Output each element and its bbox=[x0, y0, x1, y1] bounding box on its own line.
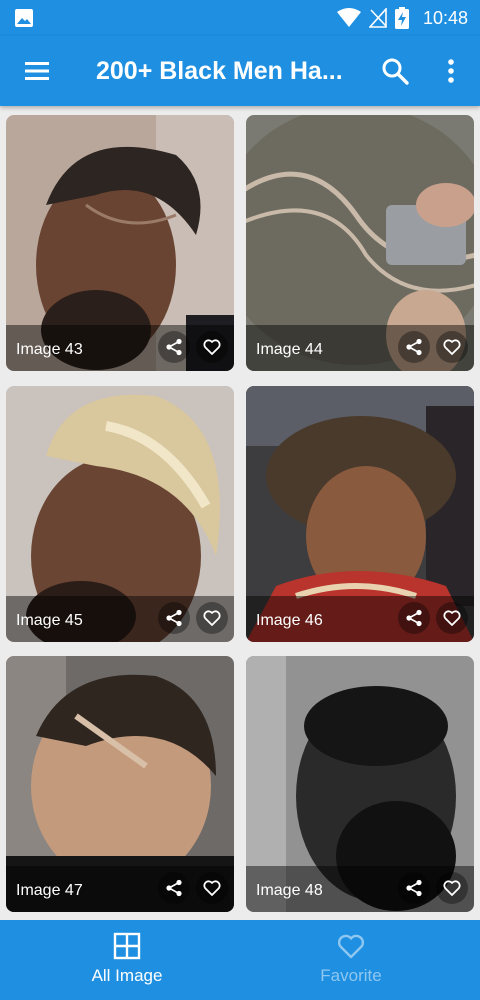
heart-outline-icon bbox=[443, 880, 461, 896]
nav-item-favorite[interactable]: Favorite bbox=[231, 920, 471, 1000]
share-button[interactable] bbox=[398, 602, 430, 634]
heart-icon bbox=[337, 934, 365, 959]
menu-icon[interactable] bbox=[22, 56, 52, 86]
share-icon bbox=[166, 879, 182, 897]
battery-charging-icon bbox=[394, 7, 409, 29]
app-title: 200+ Black Men Ha... bbox=[96, 57, 343, 85]
share-icon bbox=[406, 609, 422, 627]
favorite-button[interactable] bbox=[196, 331, 228, 363]
image-caption: Image 44 bbox=[256, 341, 323, 358]
favorite-button[interactable] bbox=[436, 331, 468, 363]
heart-outline-icon bbox=[443, 339, 461, 355]
favorite-button[interactable] bbox=[436, 872, 468, 904]
nav-label: All Image bbox=[91, 966, 163, 985]
share-icon bbox=[166, 609, 182, 627]
share-button[interactable] bbox=[398, 872, 430, 904]
status-time: 10:48 bbox=[422, 7, 468, 28]
heart-outline-icon bbox=[203, 610, 221, 626]
more-vert-icon[interactable] bbox=[436, 56, 466, 86]
heart-outline-icon bbox=[443, 610, 461, 626]
app-bar: 200+ Black Men Ha... bbox=[0, 36, 480, 106]
share-button[interactable] bbox=[158, 602, 190, 634]
heart-outline-icon bbox=[203, 880, 221, 896]
status-icons: 10:48 bbox=[336, 6, 468, 30]
search-icon[interactable] bbox=[380, 56, 410, 86]
status-bar: 10:48 bbox=[0, 0, 480, 36]
app-screen: 10:48 200+ Black Men Ha... Image 43 Imag… bbox=[0, 0, 480, 1000]
share-button[interactable] bbox=[158, 872, 190, 904]
gallery-card[interactable]: Image 45 bbox=[6, 386, 234, 642]
gallery-card[interactable]: Image 47 bbox=[6, 656, 234, 912]
image-caption: Image 48 bbox=[256, 882, 323, 899]
favorite-button[interactable] bbox=[196, 602, 228, 634]
share-icon bbox=[406, 879, 422, 897]
image-caption: Image 43 bbox=[16, 341, 83, 358]
wifi-icon bbox=[336, 8, 361, 27]
gallery-card[interactable]: Image 44 bbox=[246, 115, 474, 371]
share-button[interactable] bbox=[158, 331, 190, 363]
image-caption: Image 45 bbox=[16, 612, 83, 629]
image-grid: Image 43 Image 44 Image 45 Image 46 Imag… bbox=[0, 106, 480, 920]
image-caption: Image 47 bbox=[16, 882, 83, 899]
share-button[interactable] bbox=[398, 331, 430, 363]
share-icon bbox=[166, 338, 182, 356]
heart-outline-icon bbox=[203, 339, 221, 355]
nav-item-all-image[interactable]: All Image bbox=[7, 920, 247, 1000]
bottom-navigation: All Image Favorite bbox=[0, 920, 480, 1000]
no-signal-icon bbox=[368, 8, 387, 28]
gallery-notification-icon bbox=[15, 9, 33, 27]
favorite-button[interactable] bbox=[436, 602, 468, 634]
gallery-card[interactable]: Image 43 bbox=[6, 115, 234, 371]
grid-icon bbox=[113, 932, 141, 960]
favorite-button[interactable] bbox=[196, 872, 228, 904]
gallery-card[interactable]: Image 46 bbox=[246, 386, 474, 642]
gallery-card[interactable]: Image 48 bbox=[246, 656, 474, 912]
share-icon bbox=[406, 338, 422, 356]
nav-label: Favorite bbox=[320, 966, 382, 985]
image-caption: Image 46 bbox=[256, 612, 323, 629]
